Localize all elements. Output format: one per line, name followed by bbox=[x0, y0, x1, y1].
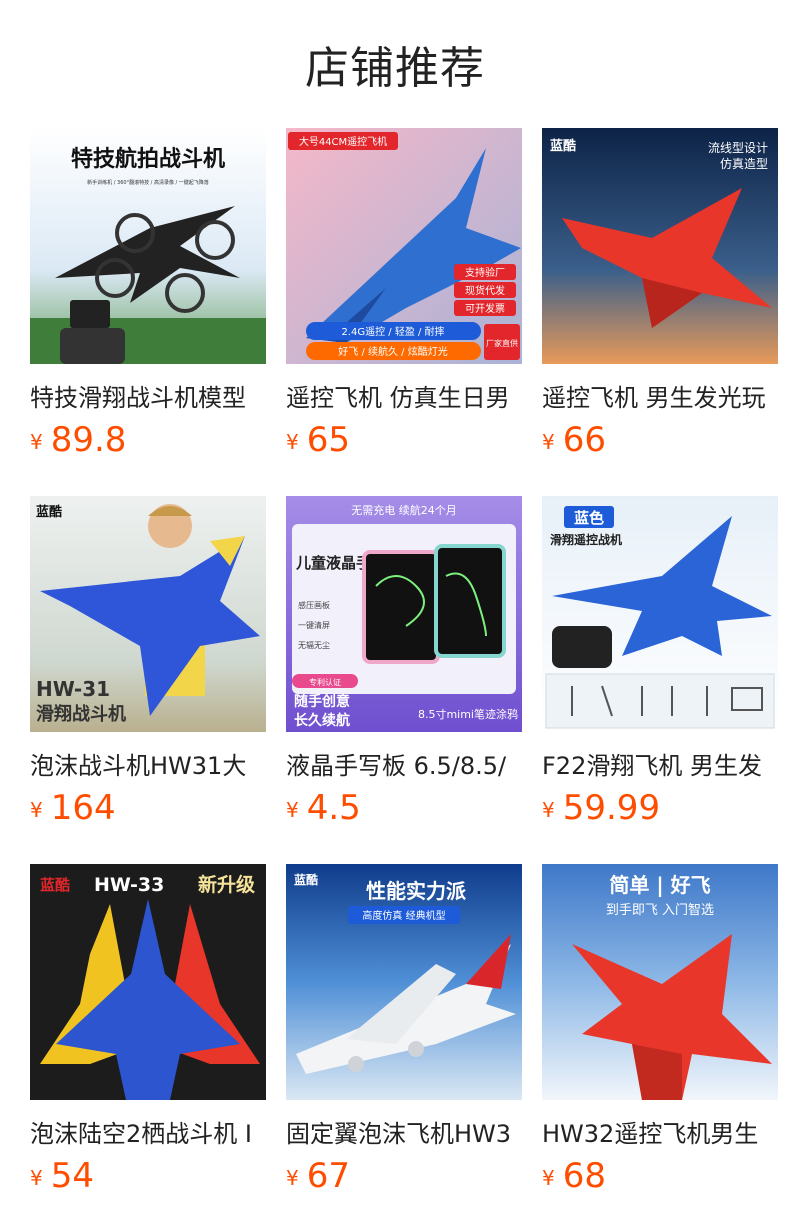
product-card[interactable]: 特技航拍战斗机 新手训练机 / 360°翻滚特技 / 高清录像 / 一键起飞降落… bbox=[30, 128, 266, 460]
price-value: 68 bbox=[562, 1156, 606, 1196]
currency-symbol: ¥ bbox=[30, 430, 43, 454]
thumb-headline: 特技航拍战斗机 bbox=[71, 146, 225, 172]
product-price: ¥89.8 bbox=[30, 420, 126, 460]
price-value: 59.99 bbox=[562, 788, 661, 828]
product-card[interactable]: 蓝酷 HW-33 新升级 泡沫陆空2栖战斗机 I ¥54 bbox=[30, 864, 266, 1196]
product-image[interactable]: 无需充电 续航24个月 儿童液晶手绘板 感压画板 一键清屏 无辐无尘 专利认证 … bbox=[286, 496, 522, 732]
product-image[interactable]: 蓝酷 性能实力派 高度仿真 经典机型 bbox=[286, 864, 522, 1100]
product-image[interactable]: 大号44CM遥控飞机 支持验厂 现货代发 可开发票 2.4G遥控 / 轻盈 / … bbox=[286, 128, 522, 364]
thumb-subline: 8.5寸mimi笔迹涂鸦 bbox=[418, 707, 518, 721]
currency-symbol: ¥ bbox=[286, 798, 299, 822]
price-value: 89.8 bbox=[50, 420, 127, 460]
product-price: ¥164 bbox=[30, 788, 116, 828]
thumb-headline: 简单 | 好飞 bbox=[609, 873, 710, 897]
product-image[interactable]: 简单 | 好飞 到手即飞 入门智选 bbox=[542, 864, 778, 1100]
thumb-headline: HW-31 bbox=[36, 677, 110, 701]
brand-logo: 蓝酷 bbox=[550, 138, 576, 154]
product-grid: 特技航拍战斗机 新手训练机 / 360°翻滚特技 / 高清录像 / 一键起飞降落… bbox=[30, 128, 778, 1196]
product-card[interactable]: 大号44CM遥控飞机 支持验厂 现货代发 可开发票 2.4G遥控 / 轻盈 / … bbox=[286, 128, 522, 460]
product-name[interactable]: 遥控飞机 男生发光玩 bbox=[542, 378, 778, 413]
product-name[interactable]: HW32遥控飞机男生 bbox=[542, 1114, 778, 1149]
price-value: 66 bbox=[562, 420, 606, 460]
product-card[interactable]: 蓝酷 性能实力派 高度仿真 经典机型 固定翼泡沫飞机HW3 ¥67 bbox=[286, 864, 522, 1196]
thumb-headline: 蓝色 bbox=[574, 509, 604, 527]
thumb-headline: 大号44CM遥控飞机 bbox=[299, 135, 387, 148]
thumb-badge: 支持验厂 bbox=[465, 266, 505, 279]
currency-symbol: ¥ bbox=[30, 1166, 43, 1190]
product-image[interactable]: 特技航拍战斗机 新手训练机 / 360°翻滚特技 / 高清录像 / 一键起飞降落 bbox=[30, 128, 266, 364]
thumb-badge: 厂家直供 bbox=[486, 338, 518, 348]
product-image[interactable]: 蓝色 滑翔遥控战机 bbox=[542, 496, 778, 732]
price-value: 65 bbox=[306, 420, 350, 460]
thumb-headline: 流线型设计 bbox=[708, 141, 768, 155]
product-image[interactable]: 蓝酷 流线型设计 仿真造型 bbox=[542, 128, 778, 364]
product-name[interactable]: 泡沫战斗机HW31大 bbox=[30, 746, 266, 781]
product-image[interactable]: 蓝酷 HW-31 滑翔战斗机 bbox=[30, 496, 266, 732]
thumb-headline: 无需充电 续航24个月 bbox=[351, 503, 457, 517]
page-title: 店铺推荐 bbox=[305, 43, 485, 94]
product-card[interactable]: 蓝酷 流线型设计 仿真造型 遥控飞机 男生发光玩 ¥66 bbox=[542, 128, 778, 460]
price-value: 164 bbox=[50, 788, 116, 828]
thumb-feature: 无辐无尘 bbox=[298, 640, 330, 650]
product-card[interactable]: 简单 | 好飞 到手即飞 入门智选 HW32遥控飞机男生 ¥68 bbox=[542, 864, 778, 1196]
product-name[interactable]: 液晶手写板 6.5/8.5/ bbox=[286, 746, 522, 781]
thumb-subline: 滑翔战斗机 bbox=[36, 703, 126, 725]
currency-symbol: ¥ bbox=[542, 798, 555, 822]
thumb-subline: 新手训练机 / 360°翻滚特技 / 高清录像 / 一键起飞降落 bbox=[87, 179, 209, 186]
product-name[interactable]: 固定翼泡沫飞机HW3 bbox=[286, 1114, 522, 1149]
price-value: 4.5 bbox=[306, 788, 361, 828]
thumb-badge: 专利认证 bbox=[309, 677, 341, 687]
thumb-feature: 感压画板 bbox=[298, 600, 330, 610]
thumb-feature: 好飞 / 续航久 / 炫酷灯光 bbox=[338, 345, 447, 358]
currency-symbol: ¥ bbox=[286, 430, 299, 454]
thumb-subline: 仿真造型 bbox=[720, 157, 768, 171]
thumb-subline: 到手即飞 入门智选 bbox=[606, 903, 714, 918]
thumb-subline: 高度仿真 经典机型 bbox=[362, 909, 445, 922]
thumb-headline: 性能实力派 bbox=[366, 879, 467, 903]
thumb-badge: 现货代发 bbox=[465, 284, 505, 297]
currency-symbol: ¥ bbox=[542, 1166, 555, 1190]
product-price: ¥54 bbox=[30, 1156, 94, 1196]
brand-logo: 蓝酷 bbox=[40, 876, 70, 894]
price-value: 54 bbox=[50, 1156, 94, 1196]
product-card[interactable]: 蓝酷 HW-31 滑翔战斗机 泡沫战斗机HW31大 ¥164 bbox=[30, 496, 266, 828]
thumb-slogan: 长久续航 bbox=[294, 712, 350, 729]
thumb-subline: 新升级 bbox=[198, 873, 255, 896]
product-name[interactable]: F22滑翔飞机 男生发 bbox=[542, 746, 778, 781]
product-name[interactable]: 特技滑翔战斗机模型 bbox=[30, 378, 266, 413]
brand-logo: 蓝酷 bbox=[36, 504, 62, 520]
product-name[interactable]: 遥控飞机 仿真生日男 bbox=[286, 378, 522, 413]
thumb-feature: 一键清屏 bbox=[298, 620, 330, 630]
thumb-slogan: 随手创意 bbox=[294, 693, 350, 710]
thumb-subline: 滑翔遥控战机 bbox=[550, 532, 622, 547]
product-price: ¥59.99 bbox=[542, 788, 660, 828]
product-card[interactable]: 无需充电 续航24个月 儿童液晶手绘板 感压画板 一键清屏 无辐无尘 专利认证 … bbox=[286, 496, 522, 828]
product-price: ¥4.5 bbox=[286, 788, 361, 828]
currency-symbol: ¥ bbox=[286, 1166, 299, 1190]
thumb-badge: 可开发票 bbox=[465, 302, 505, 315]
product-price: ¥66 bbox=[542, 420, 606, 460]
thumb-feature: 2.4G遥控 / 轻盈 / 耐摔 bbox=[341, 325, 444, 338]
price-value: 67 bbox=[306, 1156, 350, 1196]
product-price: ¥68 bbox=[542, 1156, 606, 1196]
brand-logo: 蓝酷 bbox=[294, 872, 318, 887]
thumb-headline: HW-33 bbox=[94, 874, 164, 896]
product-name[interactable]: 泡沫陆空2栖战斗机 I bbox=[30, 1114, 266, 1149]
product-image[interactable]: 蓝酷 HW-33 新升级 bbox=[30, 864, 266, 1100]
product-card[interactable]: 蓝色 滑翔遥控战机 F22滑翔飞机 男生发 ¥59.99 bbox=[542, 496, 778, 828]
product-price: ¥67 bbox=[286, 1156, 350, 1196]
currency-symbol: ¥ bbox=[542, 430, 555, 454]
product-price: ¥65 bbox=[286, 420, 350, 460]
currency-symbol: ¥ bbox=[30, 798, 43, 822]
